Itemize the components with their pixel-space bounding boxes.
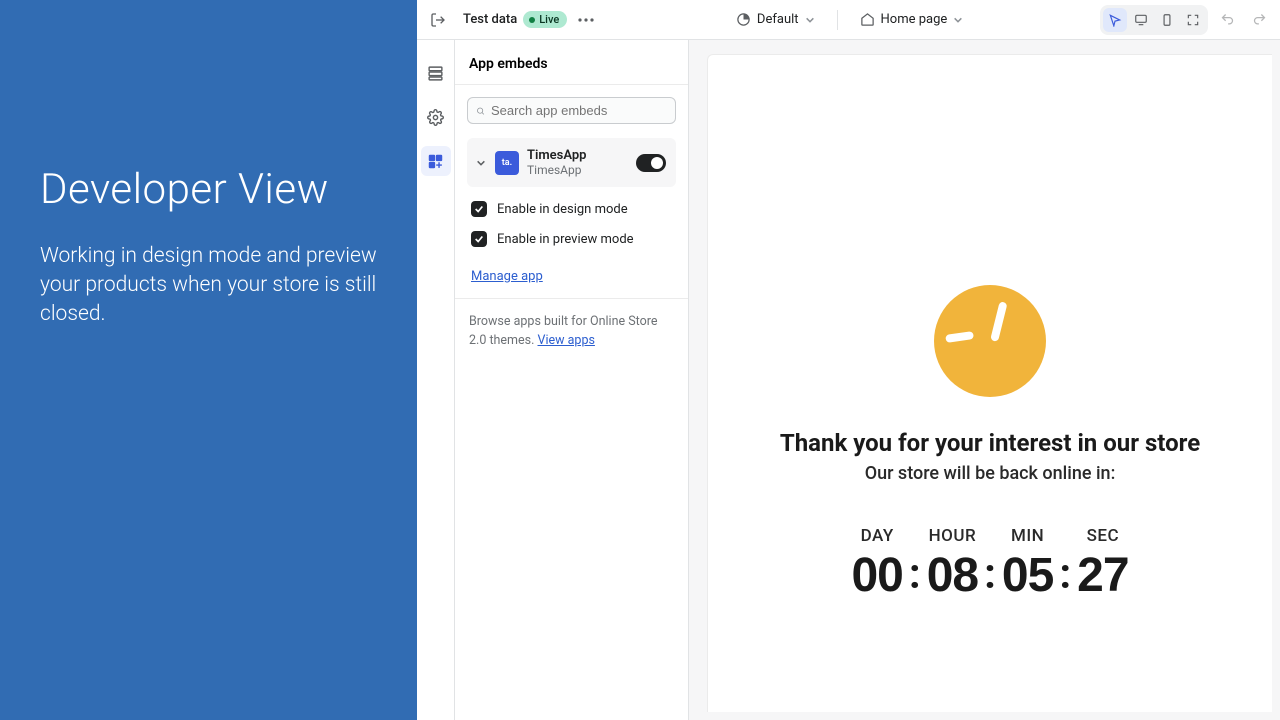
app-toggle[interactable] [636,154,666,172]
hour-label: HOUR [929,526,977,546]
checkbox-icon [471,201,487,217]
divider [837,10,838,30]
nav-rail [417,40,455,720]
sec-value: 27 [1077,548,1128,603]
day-label: DAY [861,526,894,546]
checkbox-icon [471,231,487,247]
sidebar: App embeds ta. TimesApp TimesApp [455,40,689,720]
hour-value: 08 [927,548,978,603]
enable-design-label: Enable in design mode [497,202,628,217]
sections-icon[interactable] [421,58,451,88]
mobile-icon[interactable] [1155,8,1179,32]
desktop-icon[interactable] [1129,8,1153,32]
redo-icon[interactable] [1246,7,1272,33]
app-embed-item[interactable]: ta. TimesApp TimesApp [467,138,676,187]
promo-panel: Developer View Working in design mode an… [0,0,417,720]
manage-app-link[interactable]: Manage app [467,265,676,284]
undo-icon[interactable] [1214,7,1240,33]
clock-icon [934,285,1046,397]
live-pill: Live [523,11,567,28]
browse-apps-text: Browse apps built for Online Store 2.0 t… [455,298,688,351]
back-online-text: Our store will be back online in: [865,463,1116,484]
enable-design-row[interactable]: Enable in design mode [467,201,676,217]
fullscreen-icon[interactable] [1181,8,1205,32]
device-group [1100,5,1208,35]
promo-heading: Developer View [40,165,377,214]
min-label: MIN [1011,526,1044,546]
promo-subtext: Working in design mode and preview your … [40,242,377,329]
style-dropdown[interactable]: Default [736,12,815,27]
thank-you-heading: Thank you for your interest in our store [780,429,1200,457]
page-dropdown-label: Home page [881,12,948,27]
main: App embeds ta. TimesApp TimesApp [417,40,1280,720]
home-icon [860,12,875,27]
enable-preview-row[interactable]: Enable in preview mode [467,231,676,247]
app-subtitle: TimesApp [527,163,628,177]
sec-label: SEC [1087,526,1120,546]
min-value: 05 [1002,548,1053,603]
test-data-label: Test data [463,12,517,27]
embeds-icon[interactable] [421,146,451,176]
sidebar-title: App embeds [455,40,688,85]
settings-icon[interactable] [421,102,451,132]
page-dropdown[interactable]: Home page [860,12,964,27]
exit-icon[interactable] [425,7,451,33]
app-icon: ta. [495,151,519,175]
topbar: Test data Live Default Home page [417,0,1280,40]
search-icon [476,104,485,118]
search-input[interactable] [467,97,676,124]
search-field[interactable] [491,103,667,118]
more-icon[interactable] [573,7,599,33]
preview-area: Thank you for your interest in our store… [689,40,1280,720]
day-value: 00 [851,548,902,603]
enable-preview-label: Enable in preview mode [497,232,634,247]
app-shell: Test data Live Default Home page [417,0,1280,720]
view-apps-link[interactable]: View apps [538,333,595,348]
style-dropdown-label: Default [757,12,799,27]
chevron-down-icon [475,158,487,168]
preview-canvas: Thank you for your interest in our store… [707,54,1272,712]
countdown: DAY 00 : HOUR 08 : MIN 05 : SEC [851,526,1128,603]
chevron-down-icon [953,15,963,25]
app-name: TimesApp [527,148,628,163]
chevron-down-icon [805,15,815,25]
inspector-icon[interactable] [1103,8,1127,32]
palette-icon [736,12,751,27]
